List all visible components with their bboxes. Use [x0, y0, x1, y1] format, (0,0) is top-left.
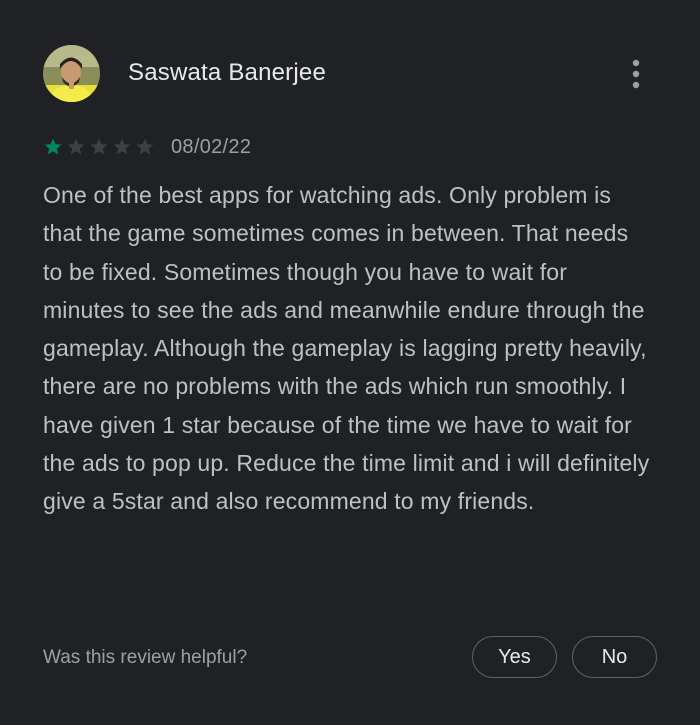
- helpful-prompt: Was this review helpful?: [43, 647, 248, 668]
- no-button[interactable]: No: [572, 636, 657, 678]
- star-empty-icon: [113, 138, 131, 155]
- star-rating: [42, 137, 156, 157]
- star-empty-icon: [67, 138, 85, 155]
- user-photo-icon: [43, 45, 100, 102]
- star-empty-icon: [136, 138, 154, 155]
- review-text: One of the best apps for watching ads. O…: [43, 182, 650, 515]
- reviewer-name: Saswata Banerjee: [128, 59, 326, 86]
- avatar[interactable]: [43, 45, 100, 102]
- yes-button[interactable]: Yes: [472, 636, 557, 678]
- star-empty-icon: [90, 138, 108, 155]
- review-card: Saswata Banerjee 08/02/22 One of the bes…: [0, 0, 700, 725]
- rating-row: 08/02/22: [42, 134, 251, 160]
- more-options-button[interactable]: [620, 53, 652, 95]
- more-vert-icon: [632, 59, 640, 89]
- star-filled-icon: [44, 138, 62, 155]
- review-date: 08/02/22: [171, 135, 252, 158]
